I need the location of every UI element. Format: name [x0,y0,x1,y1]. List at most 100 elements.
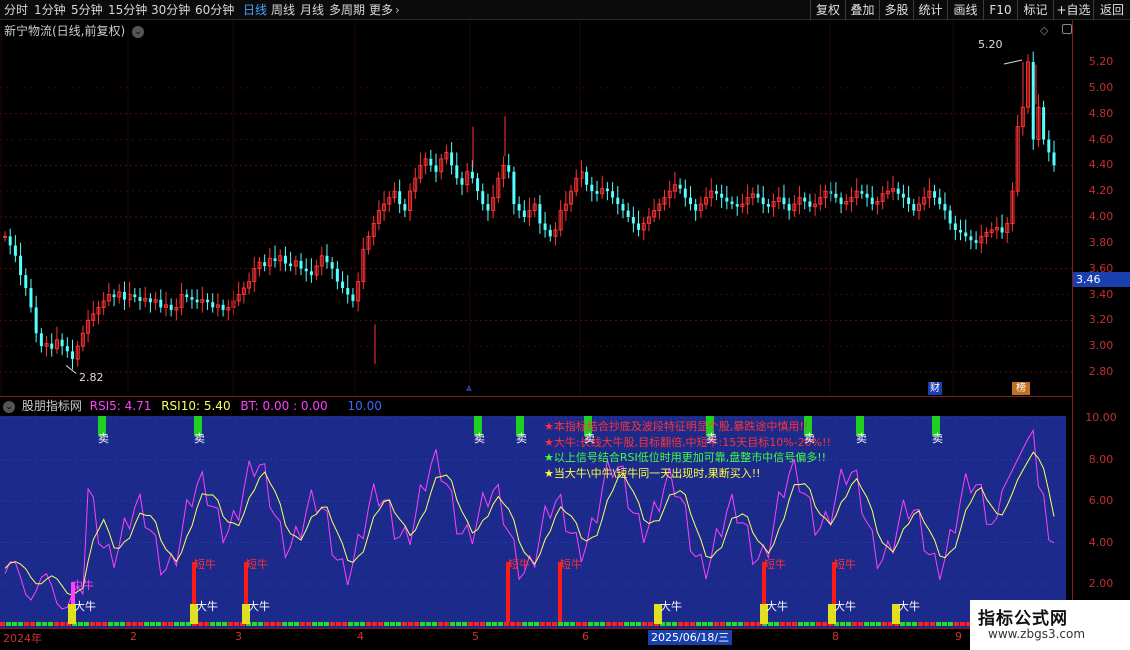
period-tab-30min[interactable]: 30分钟 [151,2,190,18]
top-toolbar: 分时 1分钟 5分钟 15分钟 30分钟 60分钟 日线 周线 月线 多周期 更… [0,0,1130,20]
sell-signal-label: 卖 [706,432,717,445]
candle-body [974,240,978,243]
time-axis-label: 6 [582,630,589,643]
signal-strip-cell [114,622,119,626]
more-arrow-icon[interactable]: › [395,2,400,18]
signal-strip-cell [402,622,407,626]
period-tab-weekly[interactable]: 周线 [271,2,295,18]
draw-line-button[interactable]: 画线 [947,0,983,20]
cursor-date-tag: 2025/06/18/三 [648,630,733,645]
signal-strip-cell [486,622,491,626]
price-axis-label: 3.40 [1088,287,1114,301]
statistics-button[interactable]: 统计 [913,0,947,20]
signal-strip-cell [732,622,737,626]
note-line-4: ★当大牛\中牛\短牛同一天出现时,果断买入!! [544,466,761,480]
candle-body [148,298,152,303]
signal-strip-cell [582,622,587,626]
candle-body [1000,227,1004,233]
signal-strip-cell [936,622,941,626]
price-axis-label: 3.20 [1088,313,1114,327]
candle-body [637,223,641,230]
signal-strip-cell [360,622,365,626]
time-axis-label: 9 [955,630,962,643]
bt-label: BT: [240,399,259,413]
finance-event-marker[interactable]: 财 [928,382,942,395]
candle-body [522,210,526,217]
period-tab-1min[interactable]: 1分钟 [34,2,66,18]
signal-strip-cell [228,622,233,626]
candle-body [896,188,900,194]
candle-body [595,191,599,194]
signal-strip-cell [492,622,497,626]
f10-button[interactable]: F10 [983,0,1017,20]
price-axis-label: 4.80 [1088,106,1114,120]
sell-signal-label: 卖 [856,432,867,445]
signal-strip-cell [618,622,623,626]
indicator-name[interactable]: 股朋指标网 [22,399,82,413]
signal-strip-cell [90,622,95,626]
candle-body [865,193,869,198]
candle-body [190,297,194,300]
period-tab-15min[interactable]: 15分钟 [108,2,147,18]
add-favorite-button[interactable]: +自选 [1053,0,1093,20]
multi-stock-button[interactable]: 多股 [879,0,913,20]
period-tab-5min[interactable]: 5分钟 [71,2,103,18]
candle-body [683,188,687,198]
signal-strip-cell [696,622,701,626]
candle-body [309,271,313,276]
collapse-icon[interactable]: ⌄ [3,400,15,413]
signal-strip-cell [60,622,65,626]
back-button[interactable]: 返回 [1093,0,1130,20]
candle-body [543,223,547,230]
candle-body [185,294,189,298]
candlestick-chart[interactable] [0,20,1072,396]
up-arrow-icon[interactable]: ⩓ [466,383,472,394]
signal-strip-cell [444,622,449,626]
candle-body [34,307,38,334]
candle-body [725,197,729,202]
candle-body [590,184,594,192]
period-tab-fenshi[interactable]: 分时 [4,2,28,18]
rsi10-label: RSI10: [161,399,201,413]
signal-strip-cell [210,622,215,626]
signal-strip-cell [84,622,89,626]
candle-body [714,191,718,194]
signal-strip-cell [306,622,311,626]
signal-strip-cell [324,622,329,626]
signal-strip-cell [870,622,875,626]
signal-strip-cell [504,622,509,626]
period-tab-multi[interactable]: 多周期 [329,2,365,18]
overlay-button[interactable]: 叠加 [845,0,879,20]
period-tab-60min[interactable]: 60分钟 [195,2,234,18]
candle-body [964,232,968,237]
signal-strip-cell [270,622,275,626]
signal-strip-cell [684,622,689,626]
fuquan-button[interactable]: 复权 [810,0,845,20]
signal-strip-cell [372,622,377,626]
candle-body [839,197,843,205]
signal-strip-cell [630,622,635,626]
signal-strip-cell [498,622,503,626]
candle-body [221,304,225,310]
period-tab-more[interactable]: 更多 [369,2,393,18]
signal-strip-cell [642,622,647,626]
signal-strip-cell [852,622,857,626]
signal-strip-cell [18,622,23,626]
sell-signal-label: 卖 [932,432,943,445]
period-tab-daily[interactable]: 日线 [243,2,267,18]
bt-value-2: : 0.00 [293,399,328,413]
period-tab-monthly[interactable]: 月线 [300,2,324,18]
candle-body [626,210,630,217]
signal-strip-cell [702,622,707,626]
signal-strip-cell [840,622,845,626]
signal-strip-cell [42,622,47,626]
mark-button[interactable]: 标记 [1017,0,1053,20]
candle-body [486,204,490,211]
candle-body [948,210,952,224]
indicator-panel[interactable] [0,416,1066,628]
candle-body [782,197,786,205]
candle-body [901,193,905,198]
candle-body [870,197,874,205]
signal-strip-cell [150,622,155,626]
dragon-tiger-event-marker[interactable]: 榜 [1012,382,1030,395]
